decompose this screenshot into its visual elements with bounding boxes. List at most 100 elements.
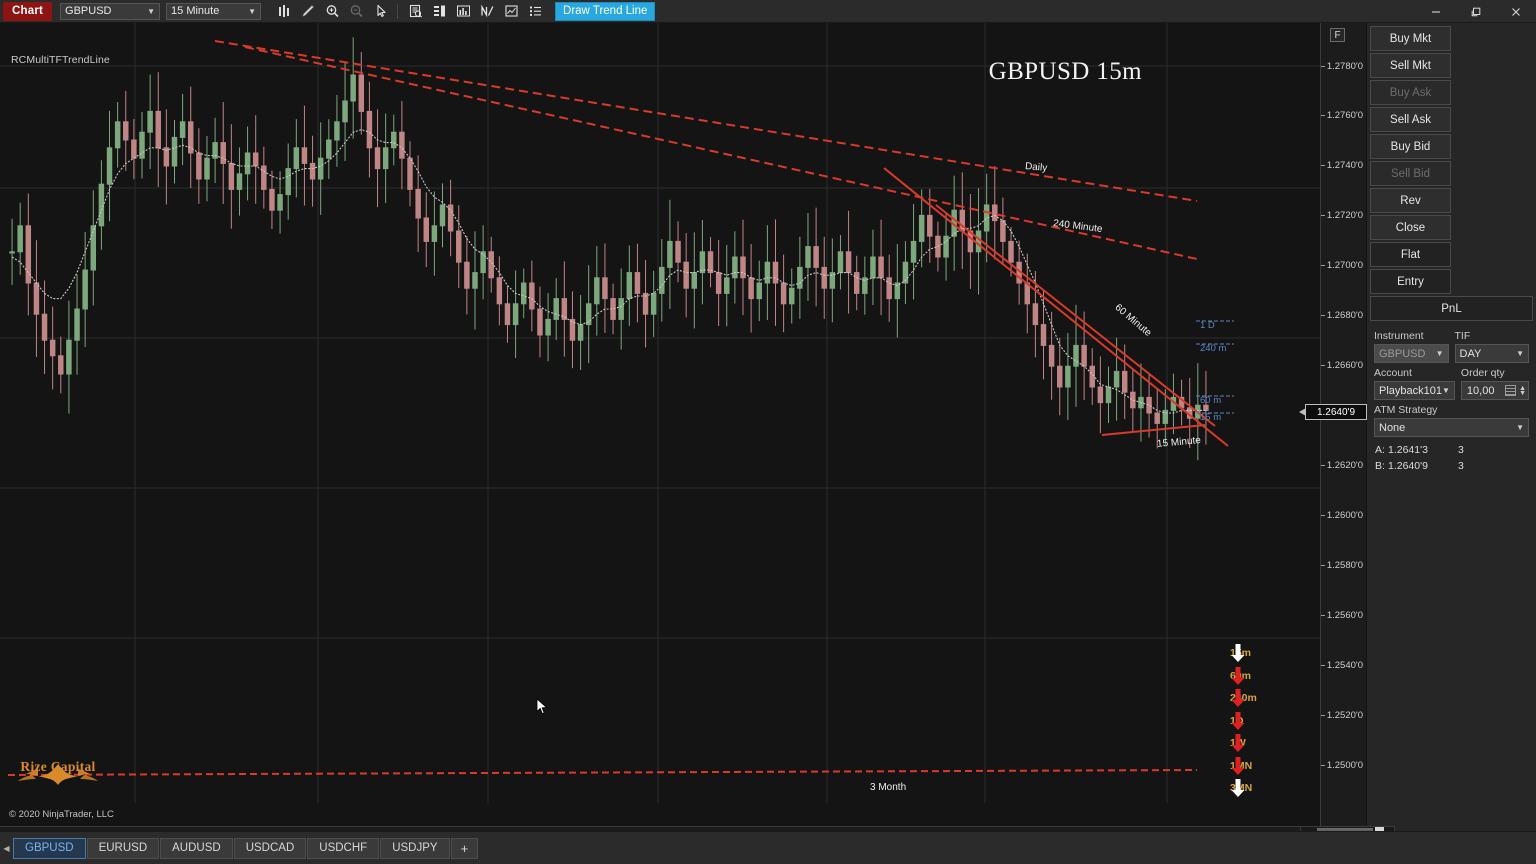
chart-menu-button[interactable]: Chart <box>3 1 53 21</box>
strategies-icon[interactable] <box>476 2 498 21</box>
quantity-stepper[interactable]: ▲ ▼ <box>1519 385 1526 397</box>
sell-bid-button: Sell Bid <box>1370 161 1451 186</box>
atm-strategy-row: ATM Strategy None ▼ <box>1374 404 1529 437</box>
tif-field[interactable]: DAY ▼ <box>1454 344 1529 363</box>
maximize-icon[interactable] <box>1456 0 1496 23</box>
price-tick <box>1321 565 1325 566</box>
zoom-in-icon[interactable] <box>321 2 343 21</box>
price-tick <box>1321 665 1325 666</box>
chart-area[interactable]: RCMultiTFTrendLine GBPUSD 15m Daily 240 … <box>0 23 1366 831</box>
chart-plot[interactable]: RCMultiTFTrendLine GBPUSD 15m Daily 240 … <box>0 23 1320 831</box>
toolbar-divider <box>397 3 399 19</box>
account-qty-row: Account Playback101 ▼ Order qty 10,00 ▲ ▼ <box>1374 367 1529 400</box>
order-qty-input[interactable]: 10,00 ▲ ▼ <box>1460 381 1529 400</box>
chart-watermark: GBPUSD 15m <box>988 58 1142 85</box>
list-icon[interactable] <box>524 2 546 21</box>
sell-ask-button[interactable]: Sell Ask <box>1370 107 1451 132</box>
flat-button[interactable]: Flat <box>1370 242 1451 267</box>
buy-bid-button[interactable]: Buy Bid <box>1370 134 1451 159</box>
tab-scroll-left-icon[interactable]: ◀ <box>0 844 13 853</box>
candlestick-series <box>9 37 1209 461</box>
price-tick <box>1321 265 1325 266</box>
chevron-down-icon: ▼ <box>147 6 156 16</box>
level-label-1d: 1 D <box>1200 320 1215 331</box>
add-tab-button[interactable]: + <box>450 837 479 859</box>
tab-usdchf[interactable]: USDCHF <box>307 837 380 859</box>
draw-trend-line-mode[interactable]: Draw Trend Line <box>555 1 656 21</box>
instrument-tif-row: Instrument GBPUSD ▼ TIF DAY ▼ <box>1374 330 1529 363</box>
trendline-label-3-month: 3 Month <box>870 782 907 793</box>
arrow-down-icon <box>1231 779 1245 797</box>
calculator-icon[interactable] <box>1505 385 1517 396</box>
instrument-field: GBPUSD ▼ <box>1374 344 1449 363</box>
wings-logo-icon <box>18 764 98 785</box>
chart-canvas <box>0 23 1320 803</box>
format-badge[interactable]: F <box>1330 28 1345 42</box>
minimize-icon[interactable] <box>1416 0 1456 23</box>
chevron-down-icon: ▼ <box>1516 349 1524 358</box>
window-controls <box>1416 0 1536 23</box>
tab-audusd[interactable]: AUDUSD <box>160 837 233 859</box>
bar-chart-icon[interactable] <box>273 2 295 21</box>
interval-selector[interactable]: 15 Minute ▼ <box>166 2 262 20</box>
price-label: 1.2620'0 <box>1326 460 1363 471</box>
instrument-selector-value: GBPUSD <box>65 5 112 17</box>
reverse-button[interactable]: Rev <box>1370 188 1451 213</box>
account-field[interactable]: Playback101 ▼ <box>1374 381 1455 400</box>
level-label-60m: 60 m <box>1200 395 1222 406</box>
tif-field-label: TIF <box>1454 330 1471 342</box>
bid-quote-row: B: 1.2640'9 3 <box>1375 460 1464 472</box>
pencil-icon[interactable] <box>297 2 319 21</box>
price-label: 1.2740'0 <box>1326 160 1363 171</box>
indicator-label: RCMultiTFTrendLine <box>11 54 110 66</box>
arrow-down-icon <box>1231 666 1245 685</box>
tab-usdjpy[interactable]: USDJPY <box>380 837 450 859</box>
tab-eurusd[interactable]: EURUSD <box>86 837 160 859</box>
price-axis[interactable]: F 1.2780'0 1.2760'0 1.2740'0 1.2720'0 1.… <box>1299 23 1367 831</box>
price-label: 1.2760'0 <box>1326 110 1363 121</box>
chart-template-icon[interactable] <box>428 2 450 21</box>
arrow-down-icon <box>1231 711 1245 730</box>
arrow-down-icon <box>1231 689 1245 707</box>
chart-toolbar: Chart GBPUSD ▼ 15 Minute ▼ Draw Trend Li… <box>0 0 1536 23</box>
data-series-icon[interactable] <box>404 2 426 21</box>
level-label-15m: 15 m <box>1200 412 1222 423</box>
pnl-button[interactable]: PnL <box>1370 296 1533 321</box>
order-button-grid: Buy Mkt Sell Mkt Buy Ask Sell Ask Buy Bi… <box>1367 23 1536 324</box>
arrow-down-icon <box>1231 734 1245 752</box>
entry-button[interactable]: Entry <box>1370 269 1451 294</box>
buy-market-button[interactable]: Buy Mkt <box>1370 26 1451 51</box>
chevron-down-icon: ▼ <box>1442 386 1450 395</box>
price-tick <box>1321 615 1325 616</box>
trendline-3-month <box>7 769 1198 776</box>
instrument-tab-bar: ◀ GBPUSD EURUSD AUDUSD USDCAD USDCHF USD… <box>0 831 1536 864</box>
chevron-down-icon: ▼ <box>1435 349 1444 358</box>
price-label: 1.2680'0 <box>1326 310 1363 321</box>
instrument-selector[interactable]: GBPUSD ▼ <box>60 2 161 20</box>
current-price-marker: 1.2640'9 <box>1299 404 1367 420</box>
atm-strategy-field[interactable]: None ▼ <box>1374 418 1529 437</box>
order-fields: Instrument GBPUSD ▼ TIF DAY ▼ Account Pl… <box>1367 324 1536 437</box>
price-tick <box>1321 515 1325 516</box>
price-tick <box>1321 765 1325 766</box>
close-icon[interactable] <box>1496 0 1536 23</box>
account-field-label: Account <box>1374 367 1412 379</box>
tab-gbpusd[interactable]: GBPUSD <box>13 837 86 859</box>
tab-usdcad[interactable]: USDCAD <box>233 837 307 859</box>
order-qty-label: Order qty <box>1460 367 1505 379</box>
sell-market-button[interactable]: Sell Mkt <box>1370 53 1451 78</box>
price-tick <box>1321 315 1325 316</box>
price-label: 1.2500'0 <box>1326 760 1363 771</box>
price-label: 1.2520'0 <box>1326 710 1363 721</box>
order-entry-panel: Buy Mkt Sell Mkt Buy Ask Sell Ask Buy Bi… <box>1366 23 1536 831</box>
cursor-arrow-icon[interactable] <box>369 2 391 21</box>
broker-logo: Rize Capital <box>8 758 108 785</box>
ask-quote-row: A: 1.2641'3 3 <box>1375 444 1464 456</box>
chart-properties-icon[interactable] <box>500 2 522 21</box>
price-label: 1.2580'0 <box>1326 560 1363 571</box>
close-position-button[interactable]: Close <box>1370 215 1451 240</box>
trendline-60-minute <box>883 167 1229 447</box>
indicators-icon[interactable] <box>452 2 474 21</box>
price-label: 1.2600'0 <box>1326 510 1363 521</box>
atm-strategy-label: ATM Strategy <box>1374 404 1438 416</box>
